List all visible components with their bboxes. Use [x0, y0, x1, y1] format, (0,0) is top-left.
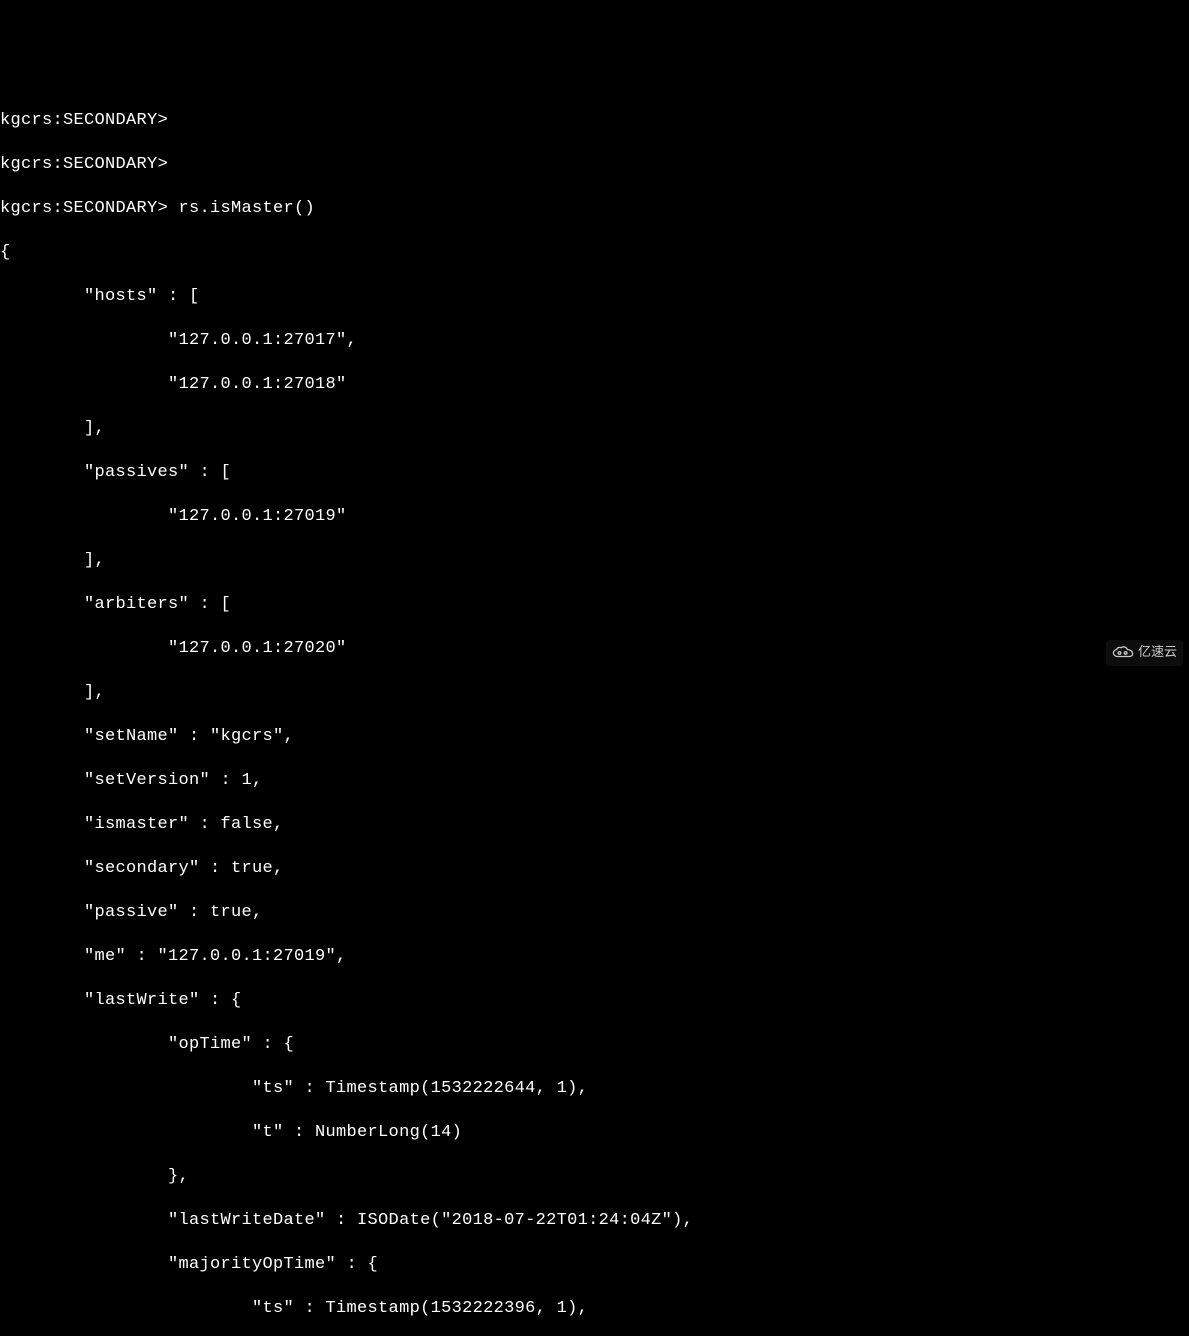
- terminal-line: "lastWrite" : {: [0, 990, 1189, 1012]
- terminal-line: kgcrs:SECONDARY>: [0, 154, 1189, 176]
- terminal-line: ],: [0, 418, 1189, 440]
- terminal-line: "hosts" : [: [0, 286, 1189, 308]
- terminal-line: },: [0, 1166, 1189, 1188]
- terminal-line: kgcrs:SECONDARY>: [0, 110, 1189, 132]
- terminal-line: "ts" : Timestamp(1532222644, 1),: [0, 1078, 1189, 1100]
- terminal-line: kgcrs:SECONDARY> rs.isMaster(): [0, 198, 1189, 220]
- terminal-line: "127.0.0.1:27020": [0, 638, 1189, 660]
- terminal-line: "me" : "127.0.0.1:27019",: [0, 946, 1189, 968]
- terminal-line: "127.0.0.1:27018": [0, 374, 1189, 396]
- terminal-line: "majorityOpTime" : {: [0, 1254, 1189, 1276]
- terminal-line: "ismaster" : false,: [0, 814, 1189, 836]
- terminal-line: "opTime" : {: [0, 1034, 1189, 1056]
- watermark: 亿速云: [1106, 640, 1183, 666]
- terminal-line: "passive" : true,: [0, 902, 1189, 924]
- terminal-line: "passives" : [: [0, 462, 1189, 484]
- terminal-line: "arbiters" : [: [0, 594, 1189, 616]
- cloud-icon: [1112, 646, 1134, 660]
- terminal-line: "127.0.0.1:27017",: [0, 330, 1189, 352]
- terminal-line: "setVersion" : 1,: [0, 770, 1189, 792]
- terminal-line: {: [0, 242, 1189, 264]
- terminal-line: "setName" : "kgcrs",: [0, 726, 1189, 748]
- terminal-line: "127.0.0.1:27019": [0, 506, 1189, 528]
- terminal-line: ],: [0, 550, 1189, 572]
- terminal-line: "t" : NumberLong(14): [0, 1122, 1189, 1144]
- terminal-line: "secondary" : true,: [0, 858, 1189, 880]
- terminal-line: "lastWriteDate" : ISODate("2018-07-22T01…: [0, 1210, 1189, 1232]
- terminal-output[interactable]: kgcrs:SECONDARY> kgcrs:SECONDARY> kgcrs:…: [0, 88, 1189, 1336]
- terminal-line: "ts" : Timestamp(1532222396, 1),: [0, 1298, 1189, 1320]
- terminal-line: ],: [0, 682, 1189, 704]
- watermark-text: 亿速云: [1138, 642, 1177, 664]
